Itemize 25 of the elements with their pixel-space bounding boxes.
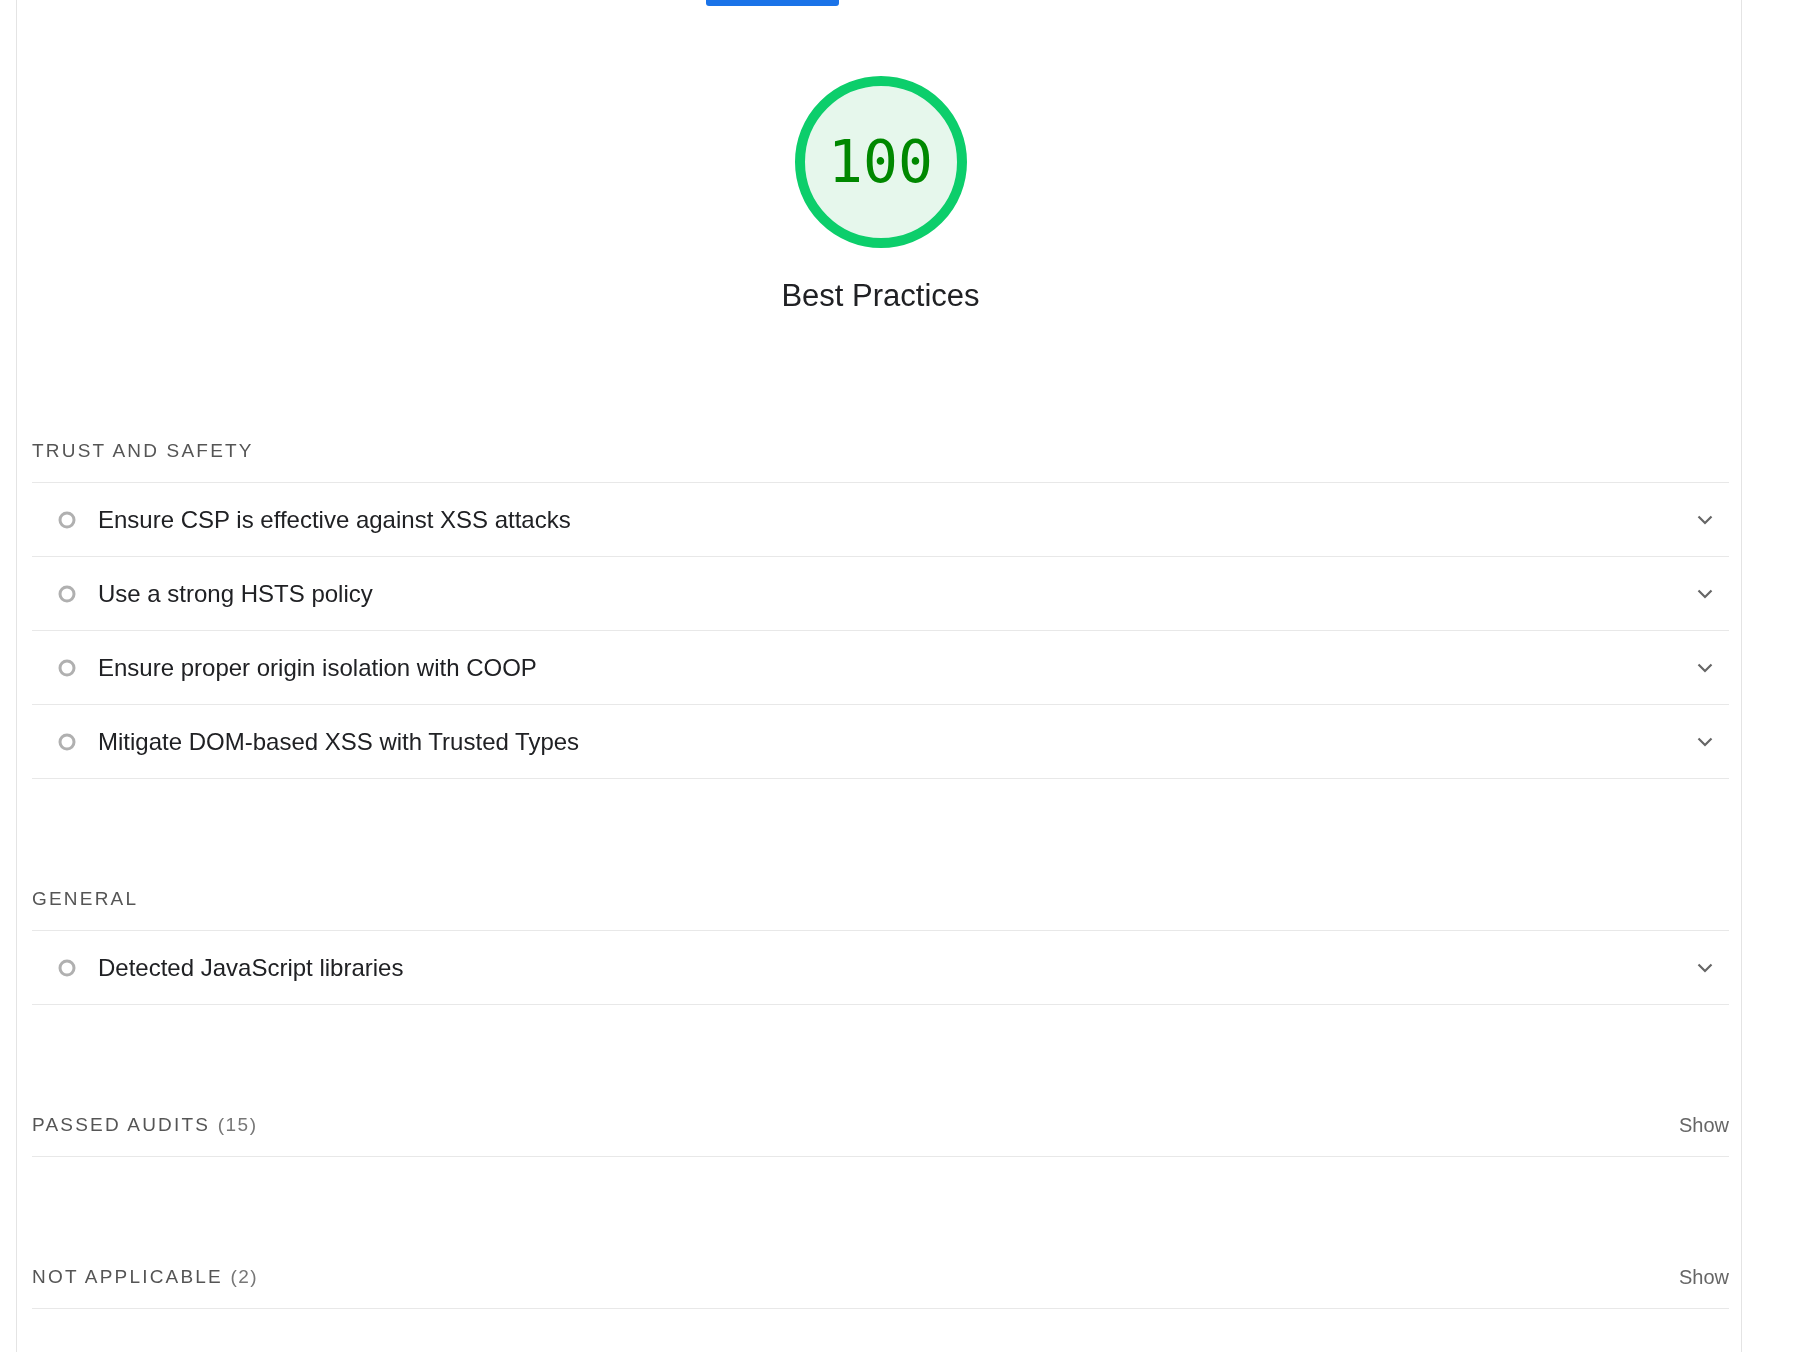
audit-count: (2) <box>230 1266 259 1287</box>
audit-row[interactable]: Detected JavaScript libraries <box>32 931 1729 1005</box>
audit-count: (15) <box>217 1114 258 1135</box>
circle-icon <box>58 510 76 529</box>
section-title: GENERAL <box>32 888 139 909</box>
show-toggle-link[interactable]: Show <box>1678 1113 1729 1137</box>
chevron-down-icon[interactable] <box>1697 736 1713 747</box>
category-title: Best Practices <box>781 277 980 315</box>
section-title: PASSED AUDITS <box>32 1114 211 1135</box>
audit-row[interactable]: Ensure CSP is effective against XSS attacks <box>32 483 1729 557</box>
audit-row[interactable]: Ensure proper origin isolation with COOP <box>32 631 1729 705</box>
chevron-down-icon[interactable] <box>1697 962 1713 973</box>
score-value: 100 <box>828 126 933 198</box>
circle-icon <box>58 584 76 603</box>
show-toggle-link[interactable]: Show <box>1678 1265 1729 1289</box>
circle-icon <box>58 958 76 977</box>
section-title: TRUST AND SAFETY <box>32 440 254 461</box>
circle-icon <box>58 732 76 751</box>
audit-row[interactable]: Use a strong HSTS policy <box>32 557 1729 631</box>
chevron-down-icon[interactable] <box>1697 588 1713 599</box>
section-title: NOT APPLICABLE <box>32 1266 223 1287</box>
circle-icon <box>58 658 76 677</box>
chevron-down-icon[interactable] <box>1697 662 1713 673</box>
audit-row[interactable]: Mitigate DOM-based XSS with Trusted Types <box>32 705 1729 779</box>
chevron-down-icon[interactable] <box>1697 514 1713 525</box>
